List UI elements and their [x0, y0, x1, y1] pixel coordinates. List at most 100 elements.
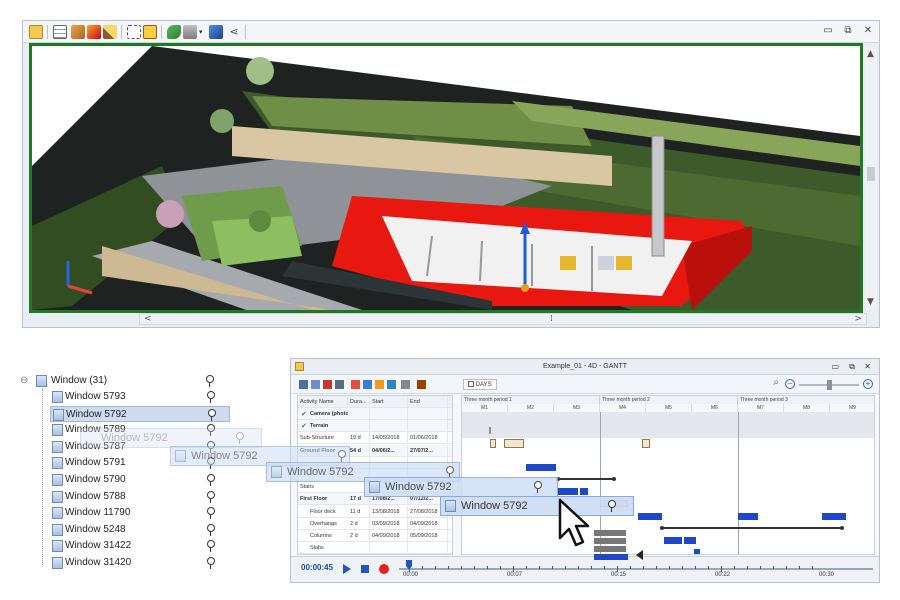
- timeline-track[interactable]: [399, 568, 873, 570]
- column-header[interactable]: Activity Name: [298, 396, 348, 408]
- task-bar[interactable]: [558, 488, 578, 496]
- tree-root[interactable]: ⊖ Window (31): [18, 373, 218, 389]
- task-bar[interactable]: [580, 488, 588, 496]
- close-button[interactable]: ✕: [861, 24, 875, 38]
- gantt-tool-icon[interactable]: [417, 380, 426, 389]
- share-icon[interactable]: ⋖: [227, 25, 241, 39]
- tree-item[interactable]: Window 31420: [50, 555, 230, 571]
- column-header[interactable]: Dura...: [348, 396, 370, 408]
- gantt-tool-icon[interactable]: [335, 380, 344, 389]
- pin-icon[interactable]: [207, 408, 216, 421]
- draw-icon[interactable]: [103, 25, 117, 39]
- zoom-unit-selector[interactable]: DAYS: [463, 379, 497, 390]
- summary-bar[interactable]: [556, 477, 616, 481]
- pin-icon[interactable]: [206, 540, 215, 553]
- minimize-button[interactable]: ▭: [821, 24, 835, 38]
- select-box-icon[interactable]: [143, 25, 157, 39]
- activity-row[interactable]: Sub-Structure 19 d 14/05/2018 01/06/2018: [298, 432, 452, 445]
- gantt-chart-area[interactable]: Three month period 1 Three month period 2…: [461, 395, 875, 555]
- scroll-left-arrow-icon[interactable]: <: [144, 314, 152, 324]
- properties-icon[interactable]: [29, 25, 43, 39]
- gantt-restore-button[interactable]: ⧉: [849, 359, 855, 375]
- terrain-bar[interactable]: [504, 439, 524, 449]
- tree-item[interactable]: Window 5248: [50, 522, 230, 538]
- select-icon[interactable]: [127, 25, 141, 39]
- tree-item[interactable]: Window 11790: [50, 505, 230, 521]
- gantt-tool-icon[interactable]: [311, 380, 320, 389]
- gantt-tool-icon[interactable]: [351, 380, 360, 389]
- column-header[interactable]: End: [408, 396, 448, 408]
- terrain-bar[interactable]: [642, 439, 650, 449]
- activity-duration: [348, 420, 370, 433]
- dropdown-icon[interactable]: ▾: [199, 25, 205, 39]
- horizontal-scrollbar[interactable]: < ⁞ >: [139, 313, 867, 325]
- gantt-tool-icon[interactable]: [299, 380, 308, 389]
- zoom-search-icon[interactable]: ⌕: [773, 377, 779, 388]
- pin-icon[interactable]: [205, 375, 214, 387]
- check-icon[interactable]: ✔: [301, 408, 307, 420]
- activity-row[interactable]: Columns 2 d 04/09/2018 05/09/2018: [298, 530, 452, 542]
- pin-icon[interactable]: [206, 557, 215, 569]
- summary-bar[interactable]: [660, 525, 844, 530]
- record-icon[interactable]: [379, 564, 389, 574]
- pin-icon[interactable]: [206, 507, 215, 520]
- task-bar[interactable]: [526, 463, 556, 471]
- scroll-down-arrow-icon[interactable]: ▼: [867, 297, 874, 307]
- task-bar[interactable]: [664, 537, 682, 544]
- building-site-render[interactable]: [32, 46, 860, 310]
- walk-icon[interactable]: [209, 25, 223, 39]
- activity-row[interactable]: Overhangs 2 d 03/09/2018 04/09/2018: [298, 517, 452, 530]
- gantt-close-button[interactable]: ✕: [864, 359, 871, 375]
- activity-row[interactable]: ✔ Terrain: [298, 420, 452, 433]
- play-icon[interactable]: [343, 564, 351, 574]
- restore-button[interactable]: ⧉: [841, 24, 855, 38]
- horizontal-scroll-thumb-icon[interactable]: ⁞: [550, 314, 553, 324]
- window-icon: [369, 481, 380, 493]
- zoom-in-button[interactable]: +: [863, 379, 873, 389]
- zoom-slider[interactable]: [799, 380, 859, 390]
- task-bar[interactable]: [822, 512, 846, 520]
- vertical-scrollbar[interactable]: ▲ ▼: [865, 47, 877, 309]
- camera-icon[interactable]: [183, 25, 197, 39]
- milestone[interactable]: [489, 427, 491, 435]
- stop-icon[interactable]: [361, 565, 369, 573]
- lighting-icon[interactable]: [87, 25, 101, 39]
- gantt-tool-icon[interactable]: [387, 380, 396, 389]
- drag-ghost[interactable]: Window 5792: [440, 496, 634, 516]
- tree-item[interactable]: Window 5790: [50, 472, 230, 488]
- pin-icon[interactable]: [206, 490, 215, 503]
- collapse-icon[interactable]: ⊖: [20, 373, 28, 389]
- activity-row[interactable]: Slabs: [298, 542, 452, 554]
- task-bar[interactable]: [684, 537, 696, 544]
- gantt-tool-icon[interactable]: [401, 380, 410, 389]
- paint-icon[interactable]: [167, 25, 181, 39]
- render-icon[interactable]: [71, 25, 85, 39]
- pin-icon[interactable]: [206, 474, 215, 486]
- task-bar[interactable]: [638, 512, 662, 520]
- pin-icon[interactable]: [206, 523, 215, 536]
- gantt-tool-icon[interactable]: [375, 380, 384, 389]
- vertical-scroll-thumb[interactable]: [867, 167, 875, 181]
- task-bar[interactable]: [694, 549, 700, 554]
- gantt-tool-icon[interactable]: [323, 380, 332, 389]
- scroll-up-arrow-icon[interactable]: ▲: [867, 49, 874, 59]
- column-header[interactable]: Start: [370, 396, 408, 408]
- tree-item[interactable]: Window 5788: [50, 489, 230, 505]
- scroll-right-arrow-icon[interactable]: >: [854, 314, 862, 324]
- 3d-viewport[interactable]: [29, 43, 863, 313]
- tree-item[interactable]: Window 5793: [50, 389, 230, 405]
- table-icon[interactable]: [53, 25, 67, 39]
- camera-bar[interactable]: [490, 439, 496, 449]
- tree-item[interactable]: Window 5792: [50, 405, 230, 422]
- zoom-slider-handle[interactable]: [827, 380, 832, 390]
- pin-icon[interactable]: [206, 391, 215, 403]
- gantt-minimize-button[interactable]: ▭: [831, 359, 839, 375]
- task-bar[interactable]: [738, 512, 758, 520]
- timeline-minor-tick: [812, 566, 813, 569]
- zoom-out-button[interactable]: −: [785, 379, 795, 389]
- activity-row[interactable]: ✔Camera (photoreels): [298, 408, 452, 420]
- tree-item[interactable]: Window 31422: [50, 538, 230, 554]
- check-icon[interactable]: ✔: [301, 420, 307, 432]
- activity-row[interactable]: Floor deck 11 d 13/08/2018 27/08/2018: [298, 505, 452, 518]
- gantt-tool-icon[interactable]: [363, 380, 372, 389]
